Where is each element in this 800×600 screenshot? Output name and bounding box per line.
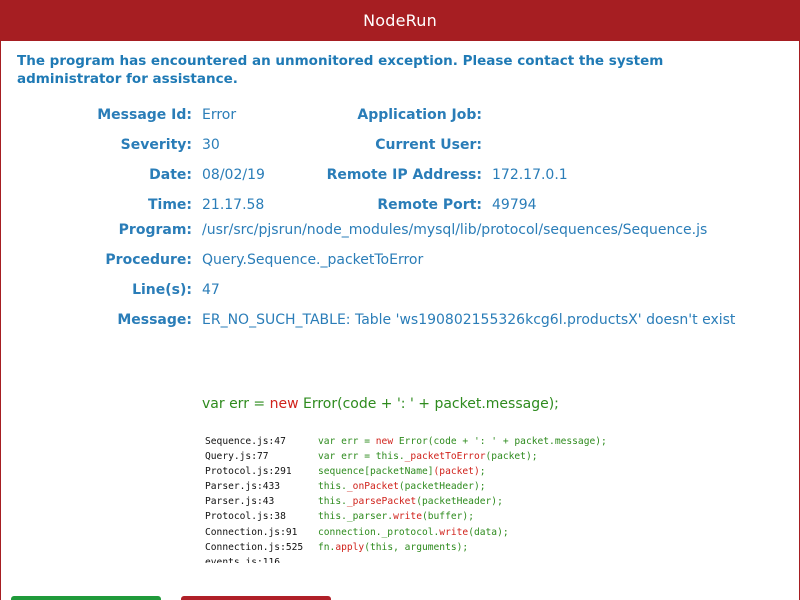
lines-value: 47: [202, 282, 220, 298]
stack-code-text: connection._protocol.: [318, 526, 440, 538]
stack-code-text: var err = this.: [318, 451, 405, 463]
stack-trace-row: Parser.js:43 this._parsePacket(packetHead…: [205, 494, 765, 509]
date-value: 08/02/19: [202, 167, 265, 183]
stack-code-text: var err =: [318, 436, 376, 447]
stack-code-text: this._parser.: [318, 511, 394, 523]
procedure-value: Query.Sequence._packetToError: [202, 252, 424, 268]
program-value: /usr/src/pjsrun/node_modules/mysql/lib/p…: [202, 222, 708, 238]
stack-location: Protocol.js:38: [205, 511, 286, 523]
stack-location: Sequence.js:47: [205, 436, 286, 447]
stack-code-text: this.: [318, 481, 347, 493]
stack-code-text: ;: [479, 466, 486, 478]
date-label: Date:: [149, 167, 192, 183]
stack-code: this._parser.write(buffer);: [318, 509, 474, 524]
stack-trace-row: Protocol.js:291 sequence[packetName](pack…: [205, 464, 765, 479]
stack-code: sequence[packetName](packet);: [318, 464, 486, 479]
stack-trace-row: Parser.js:433 this._onPacket(packetHeader…: [205, 479, 765, 494]
time-value: 21.17.58: [202, 197, 265, 213]
code-keyword: new: [269, 396, 299, 412]
message-id-value: Error: [202, 107, 237, 123]
code-after: Error(code + ': ' + packet.message);: [298, 396, 559, 412]
stack-location: Protocol.js:291: [205, 466, 292, 478]
stack-code-keyword: write: [439, 526, 469, 538]
stack-trace-row: Protocol.js:38 this._parser.write(buffer)…: [205, 509, 765, 524]
remote-ip-label: Remote IP Address:: [326, 167, 482, 183]
stack-code-keyword: write: [393, 511, 422, 523]
time-label: Time:: [147, 197, 192, 213]
severity-value: 30: [202, 137, 220, 153]
message-label: Message:: [117, 312, 192, 328]
stack-code: var err = new Error(code + ': ' + packet…: [318, 434, 607, 449]
stack-code-text: (packetHeader);: [416, 496, 503, 508]
stack-code-keyword: (packet): [433, 466, 480, 478]
stack-code: this._onPacket(packetHeader);: [318, 479, 486, 494]
stack-code-text: this.: [318, 496, 347, 508]
stack-location: Connection.js:525: [205, 541, 304, 553]
stack-location: events.js:116: [205, 556, 281, 563]
remote-port-value: 49794: [492, 197, 537, 213]
cancel-button[interactable]: [181, 596, 331, 600]
source-code-line: var err = new Error(code + ': ' + packet…: [202, 396, 559, 412]
stack-code: fn.apply(this, arguments);: [318, 540, 468, 555]
stack-location: Connection.js:91: [205, 526, 298, 538]
stack-trace[interactable]: Sequence.js:47 var err = new Error(code +…: [205, 434, 765, 563]
application-job-label: Application Job:: [357, 107, 482, 123]
stack-code-text: (buffer);: [421, 511, 474, 523]
stack-code-text: (packet);: [485, 451, 538, 463]
window-title-bar: NodeRun: [0, 0, 800, 41]
current-user-label: Current User:: [375, 137, 482, 153]
remote-port-label: Remote Port:: [377, 197, 482, 213]
stack-location: Parser.js:433: [205, 481, 281, 493]
stack-code: this._parsePacket(packetHeader);: [318, 494, 503, 509]
stack-code-text: Error(code + ': ' + packet.message);: [393, 436, 607, 447]
stack-code-keyword: _parsePacket: [346, 496, 417, 508]
stack-code-text: sequence[packetName]: [318, 466, 434, 478]
stack-trace-row: Connection.js:525 fn.apply(this, argument…: [205, 540, 765, 555]
stack-trace-row: Query.js:77 var err = this._packetToError…: [205, 449, 765, 464]
stack-code-text: fn.: [318, 541, 336, 553]
stack-code-text: (this, arguments);: [364, 541, 469, 553]
stack-code-text: (data);: [468, 526, 509, 538]
message-value: ER_NO_SUCH_TABLE: Table 'ws190802155326k…: [202, 312, 736, 328]
procedure-label: Procedure:: [105, 252, 192, 268]
remote-ip-value: 172.17.0.1: [492, 167, 568, 183]
stack-trace-row: Connection.js:91 connection._protocol.wri…: [205, 525, 765, 540]
stack-code: var err = this._packetToError(packet);: [318, 449, 538, 464]
severity-label: Severity:: [120, 137, 192, 153]
program-label: Program:: [118, 222, 192, 238]
window-title: NodeRun: [363, 11, 437, 30]
message-id-label: Message Id:: [97, 107, 192, 123]
stack-code: connection._protocol.write(data);: [318, 525, 509, 540]
stack-trace-row: Sequence.js:47 var err = new Error(code +…: [205, 434, 765, 449]
stack-code-keyword: _packetToError: [404, 451, 486, 463]
stack-location: Query.js:77: [205, 451, 269, 463]
stack-code-keyword: new: [375, 436, 394, 447]
stack-location: Parser.js:43: [205, 496, 275, 508]
stack-code-keyword: apply: [335, 541, 365, 553]
stack-code-keyword: _onPacket: [346, 481, 399, 493]
ok-button[interactable]: [11, 596, 161, 600]
stack-trace-row: events.js:116: [205, 555, 765, 563]
error-headline: The program has encountered an unmonitor…: [17, 53, 664, 87]
stack-code-text: (packetHeader);: [398, 481, 486, 493]
code-before: var err =: [202, 396, 270, 412]
lines-label: Line(s):: [132, 282, 192, 298]
